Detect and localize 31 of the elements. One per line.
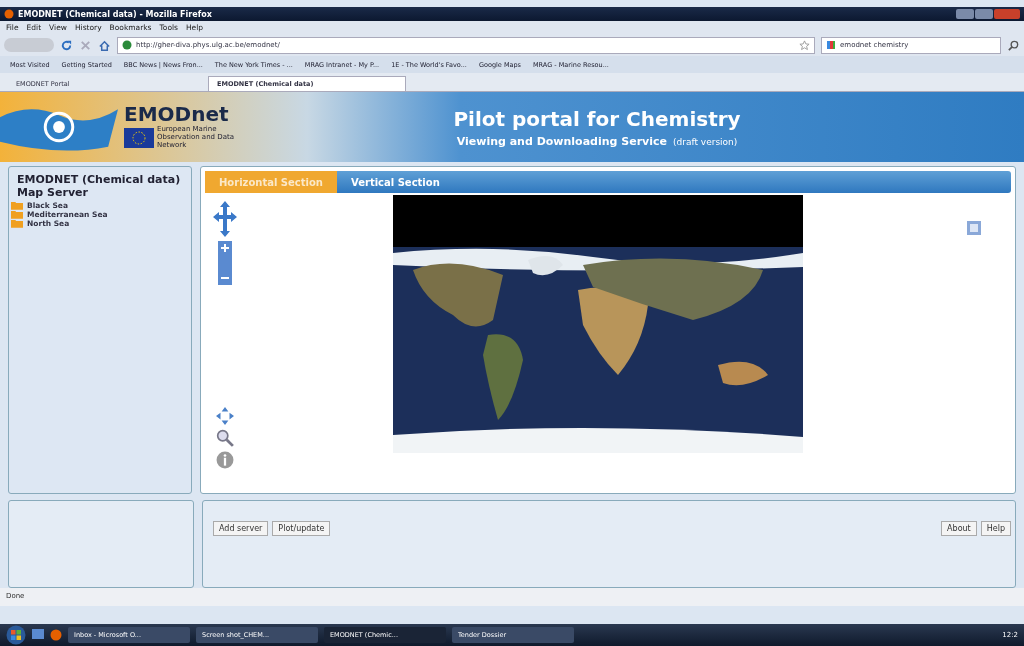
page-subtitle: Viewing and Downloading Service	[456, 134, 667, 148]
start-button[interactable]	[6, 625, 26, 645]
action-button[interactable]: Help	[980, 521, 1011, 536]
info-icon[interactable]	[216, 451, 234, 469]
home-icon[interactable]	[98, 38, 111, 52]
search-icon[interactable]	[1007, 38, 1020, 52]
pan-icon[interactable]	[216, 407, 234, 425]
sidebar-title: EMODNET (Chemical data) Map Server	[17, 173, 182, 200]
draft-note: (draft version)	[673, 136, 738, 147]
section-tab[interactable]: Vertical Section	[336, 171, 454, 193]
browser-icon[interactable]	[50, 629, 62, 641]
pan-arrows-icon[interactable]	[213, 201, 237, 237]
search-engine-icon	[826, 40, 836, 50]
desktop-icon[interactable]	[32, 629, 44, 641]
page-title: Pilot portal for Chemistry	[453, 106, 741, 131]
zoom-icon[interactable]	[216, 429, 234, 447]
folder-icon	[11, 210, 23, 220]
flag-icon	[124, 128, 154, 148]
logo-text: EMODnet	[124, 104, 230, 125]
site-icon	[122, 40, 132, 50]
zoom-bar-icon[interactable]	[218, 241, 232, 285]
browser-icon	[4, 9, 14, 19]
action-button[interactable]: Plot/update	[272, 521, 331, 536]
action-button[interactable]: Add server	[213, 521, 269, 536]
layer-switcher-icon[interactable]	[967, 221, 981, 235]
window-title: EMODNET (Chemical data) - Mozilla Firefox	[18, 9, 212, 19]
star-icon[interactable]	[799, 39, 810, 51]
folder-icon	[11, 219, 23, 229]
folder-icon	[11, 201, 23, 211]
reload-icon[interactable]	[60, 38, 73, 52]
action-button[interactable]: About	[941, 521, 977, 536]
